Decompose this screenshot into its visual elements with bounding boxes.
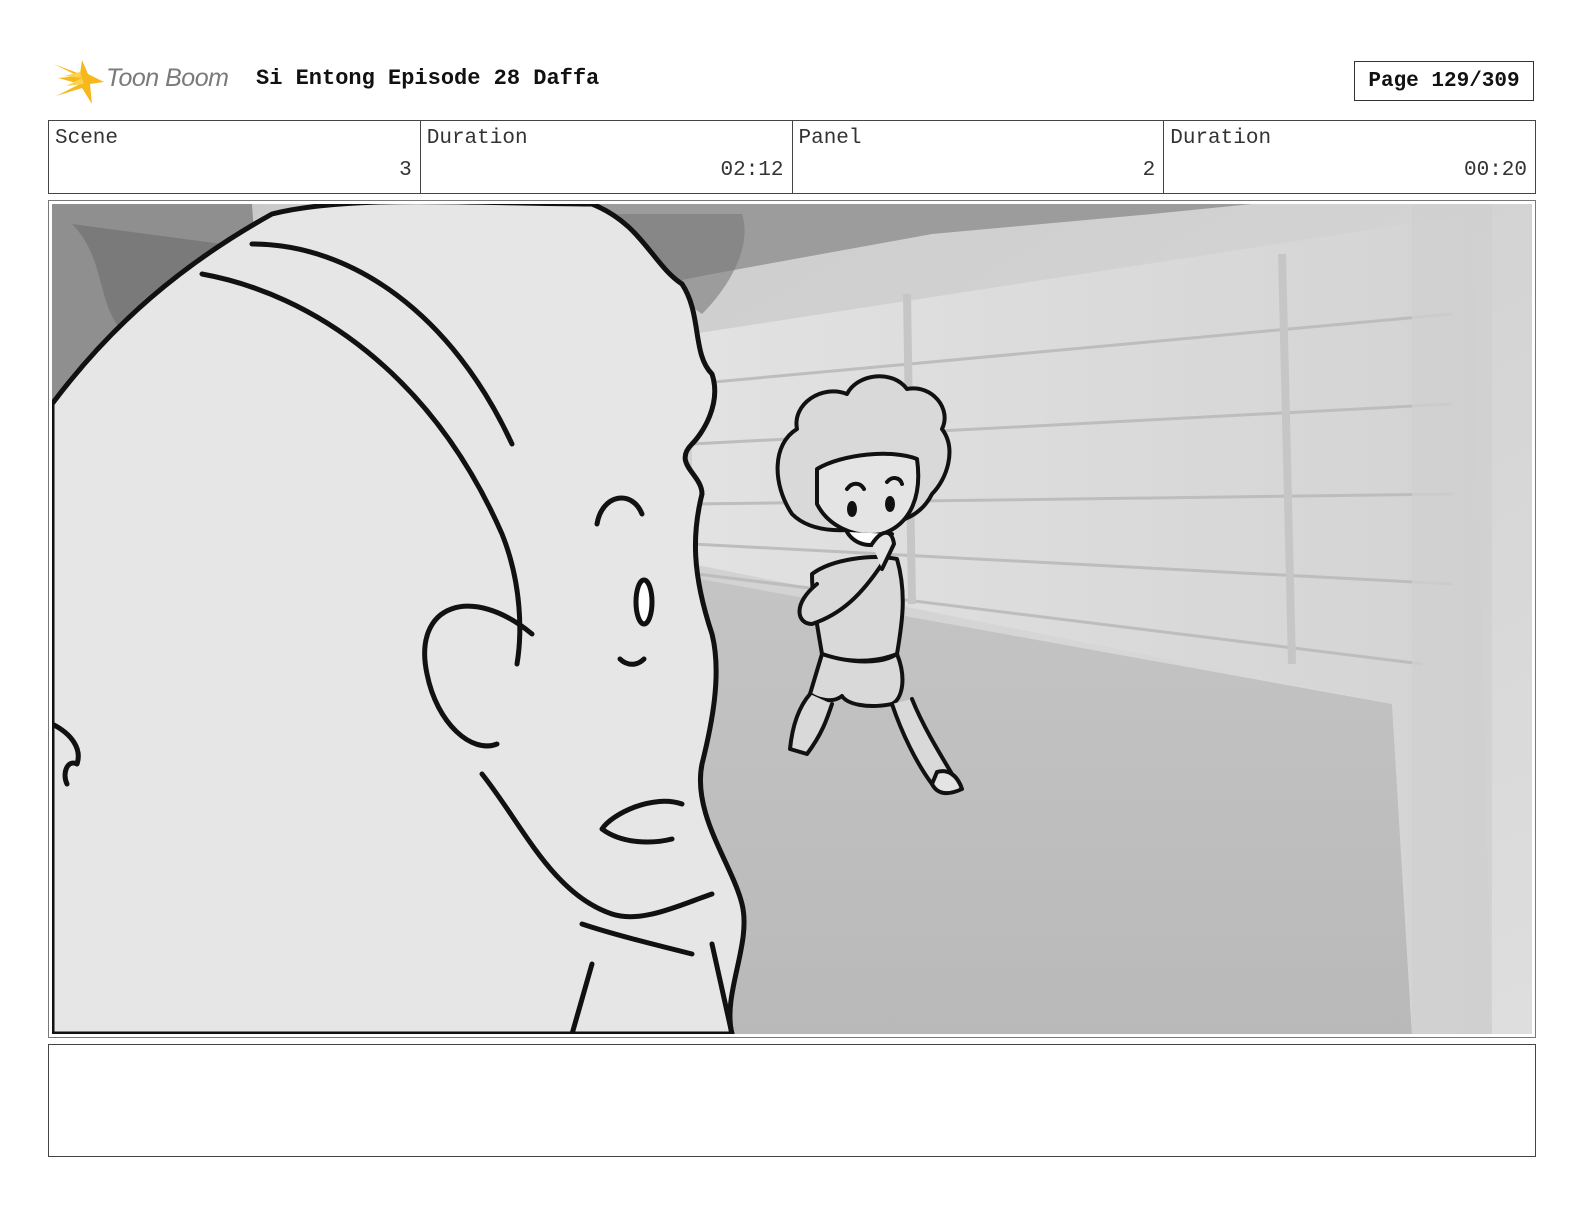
storyboard-panel-image	[52, 204, 1532, 1034]
page-number: Page 129/309	[1354, 61, 1534, 101]
panel-value: 2	[1142, 159, 1156, 182]
panel-duration-cell: Duration 00:20	[1164, 121, 1535, 193]
logo-wordmark: Toon Boom	[106, 64, 229, 92]
panel-notes-box	[48, 1044, 1536, 1157]
scene-value: 3	[399, 159, 412, 182]
starburst-icon	[54, 60, 104, 104]
scene-cell: Scene 3	[49, 121, 421, 193]
scene-duration-value: 02:12	[720, 159, 784, 182]
document-title: Si Entong Episode 28 Daffa	[256, 66, 600, 91]
scene-info-row: Scene 3 Duration 02:12 Panel 2 Duration …	[48, 120, 1536, 194]
panel-cell: Panel 2	[793, 121, 1165, 193]
scene-label: Scene	[55, 127, 119, 150]
panel-duration-label: Duration	[1170, 127, 1272, 150]
foreground-character	[52, 204, 747, 1034]
storyboard-sketch	[52, 204, 1532, 1034]
panel-label: Panel	[798, 127, 862, 150]
scene-duration-cell: Duration 02:12	[421, 121, 793, 193]
scene-duration-label: Duration	[426, 127, 528, 150]
panel-duration-value: 00:20	[1463, 159, 1527, 182]
